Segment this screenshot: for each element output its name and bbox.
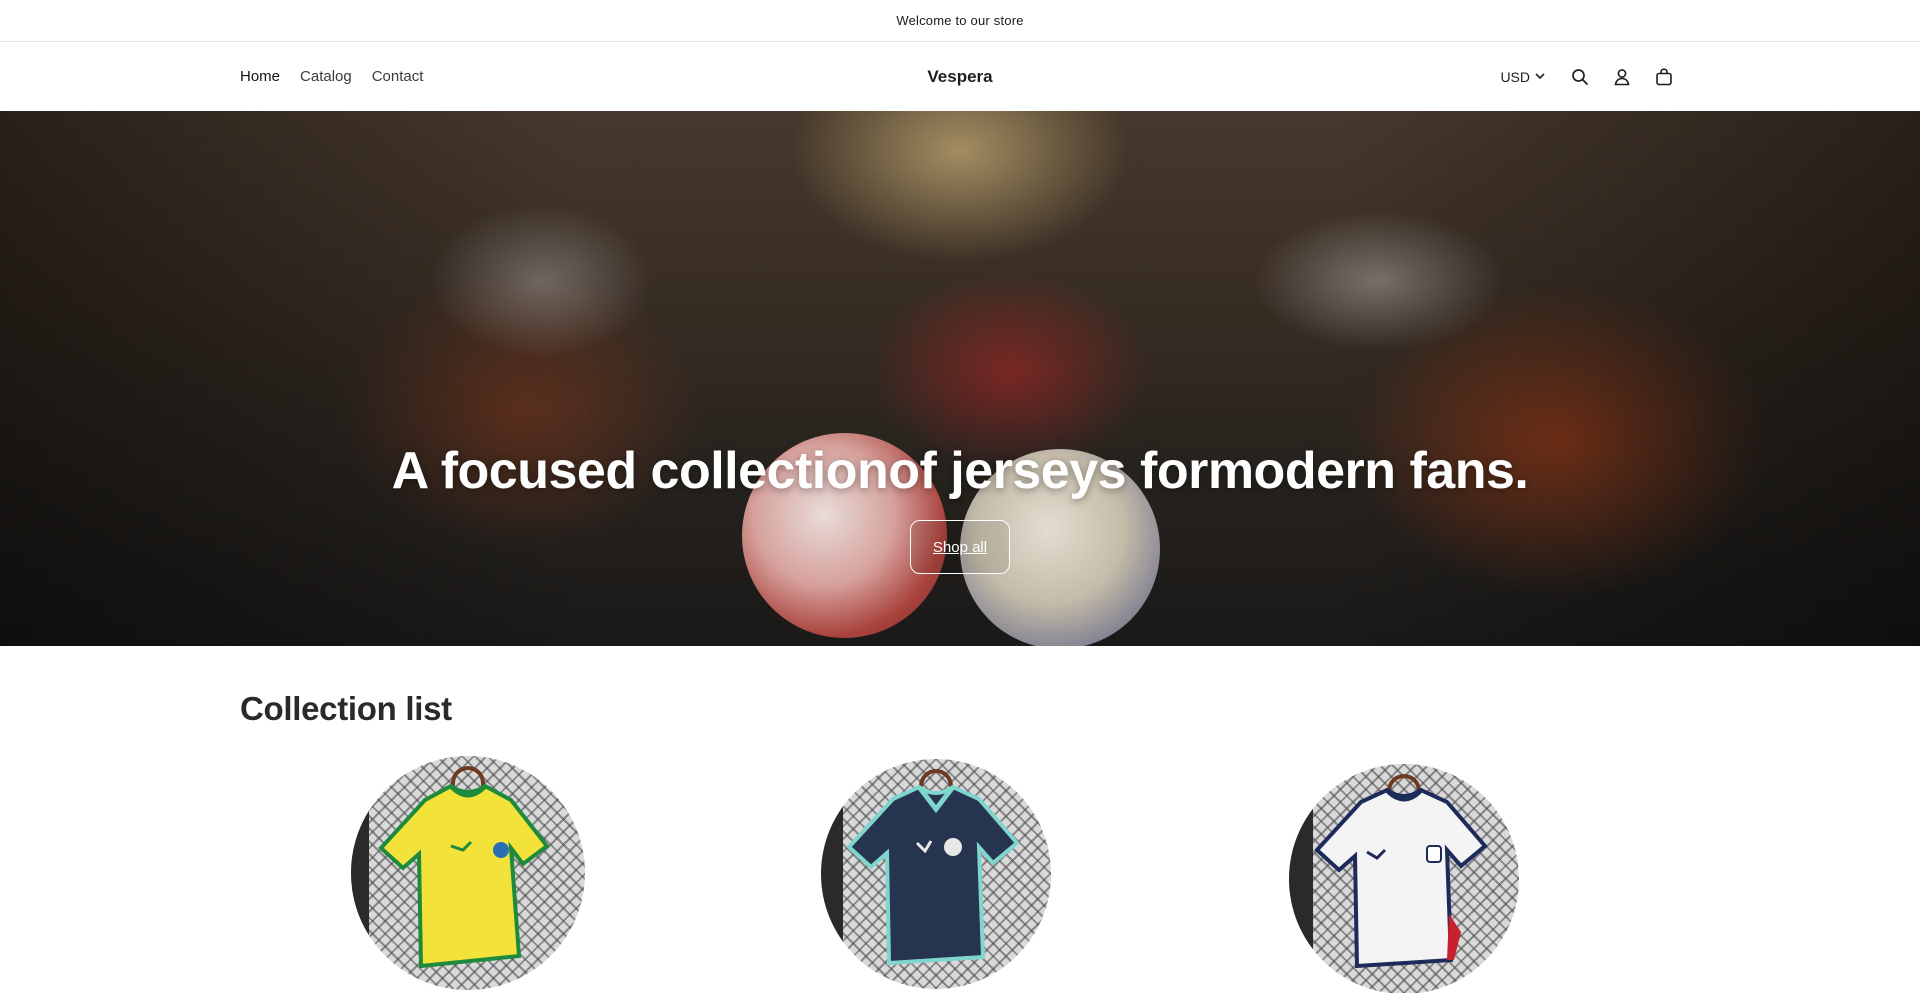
nav-catalog-link[interactable]: Catalog: [300, 68, 352, 85]
collection-list-heading: Collection list: [240, 690, 452, 727]
shop-all-button[interactable]: Shop all: [910, 520, 1010, 574]
nav-contact-link[interactable]: Contact: [372, 68, 424, 85]
hero-banner: A focused collectionof jerseys formodern…: [0, 111, 1920, 646]
hero-heading: A focused collectionof jerseys formodern…: [391, 442, 1529, 500]
chevron-down-icon: [1534, 69, 1546, 85]
collection-card[interactable]: [351, 756, 585, 990]
collection-card[interactable]: [821, 759, 1051, 989]
header-actions: USD: [1500, 42, 1676, 111]
nav-home-link[interactable]: Home: [240, 68, 280, 85]
main-nav: Home Catalog Contact: [240, 42, 423, 111]
site-header: Home Catalog Contact Vespera USD: [0, 42, 1920, 111]
store-logo[interactable]: Vespera: [927, 42, 992, 111]
search-icon[interactable]: [1568, 65, 1592, 89]
account-icon[interactable]: [1610, 65, 1634, 89]
currency-label: USD: [1500, 68, 1530, 85]
announcement-text: Welcome to our store: [896, 13, 1024, 28]
announcement-bar: Welcome to our store: [0, 0, 1920, 42]
jersey-image: [378, 783, 550, 969]
jersey-image: [1314, 787, 1488, 969]
cart-icon[interactable]: [1652, 65, 1676, 89]
jersey-image: [846, 784, 1020, 966]
collection-card[interactable]: [1289, 764, 1519, 993]
currency-selector[interactable]: USD: [1500, 69, 1546, 85]
